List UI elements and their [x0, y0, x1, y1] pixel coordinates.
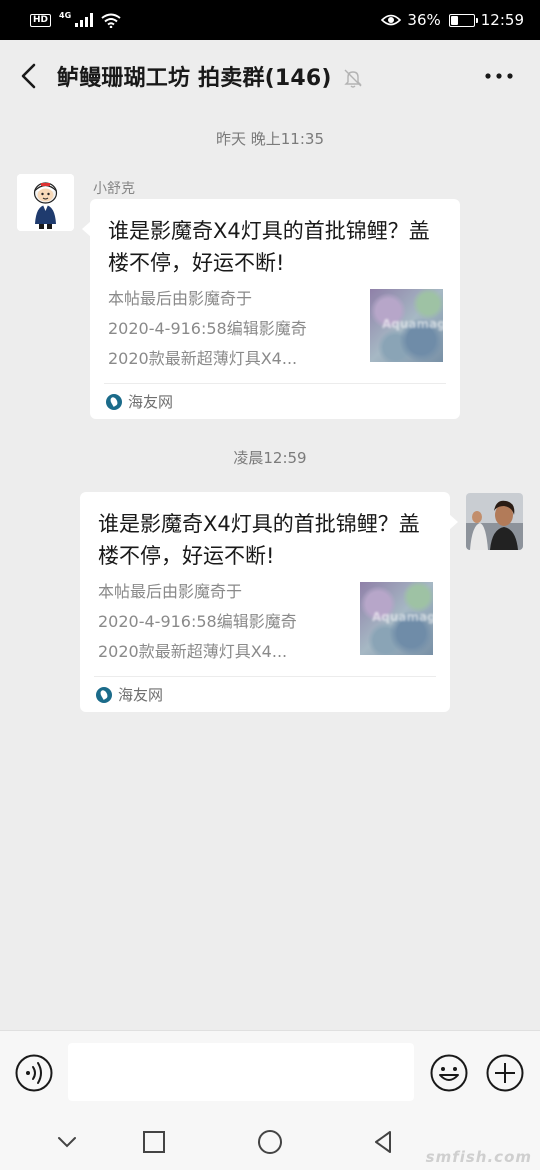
back-triangle-icon[interactable]	[370, 1128, 398, 1156]
chat-screen: HD 4G 36% 12:59 鲈鳗珊瑚工坊 拍卖群(146) 昨天 晚上11:…	[0, 0, 540, 1170]
chevron-left-icon[interactable]	[16, 62, 42, 90]
status-bar: HD 4G 36% 12:59	[0, 0, 540, 40]
battery-icon	[448, 13, 478, 27]
card-description: 本帖最后由影魔奇于 2020-4-916:58编辑影魔奇 2020款最新超薄灯具…	[108, 284, 348, 374]
my-avatar[interactable]	[466, 493, 523, 550]
link-card-message[interactable]: 谁是影魔奇X4灯具的首批锦鲤？盖楼不停，好运不断! 本帖最后由影魔奇于 2020…	[80, 492, 458, 712]
status-time: 12:59	[480, 11, 524, 29]
message-timestamp: 昨天 晚上11:35	[216, 130, 324, 148]
home-circle-icon[interactable]	[256, 1128, 284, 1156]
eye-comfort-icon	[381, 14, 402, 26]
sender-name: 小舒克	[93, 181, 135, 197]
avatar[interactable]	[17, 174, 74, 231]
card-description: 本帖最后由影魔奇于 2020-4-916:58编辑影魔奇 2020款最新超薄灯具…	[98, 577, 338, 667]
source-logo-icon	[106, 393, 122, 410]
status-right: 36% 12:59	[381, 11, 524, 29]
card-description-line: 2020-4-916:58编辑影魔奇	[98, 612, 297, 631]
photo-avatar-icon	[466, 493, 523, 550]
emoji-icon[interactable]	[429, 1053, 469, 1093]
card-description-line: 2020款最新超薄灯具X4...	[98, 642, 288, 661]
signal-icon	[75, 13, 94, 27]
thumbnail-brand-text: Aquamagic	[382, 317, 443, 331]
cartoon-avatar-icon	[17, 174, 74, 231]
chat-header: 鲈鳗珊瑚工坊 拍卖群(146)	[0, 40, 540, 112]
card-description-line: 2020款最新超薄灯具X4...	[108, 349, 298, 368]
thumbnail-brand-text: Aquamagic	[372, 610, 433, 624]
card-source-name: 海友网	[128, 393, 174, 411]
message-timestamp: 凌晨12:59	[233, 449, 307, 467]
card-divider	[104, 383, 446, 384]
card-divider	[94, 676, 436, 677]
card-description-line: 本帖最后由影魔奇于	[108, 289, 253, 308]
card-description-line: 2020-4-916:58编辑影魔奇	[108, 319, 307, 338]
hd-badge: HD	[30, 13, 52, 27]
card-source: 海友网	[106, 391, 173, 412]
card-source-name: 海友网	[118, 686, 164, 704]
source-logo-icon	[96, 686, 112, 703]
card-description-line: 本帖最后由影魔奇于	[98, 582, 243, 601]
wifi-icon	[101, 13, 121, 28]
system-nav-bar: smfish.com	[0, 1114, 540, 1170]
card-title: 谁是影魔奇X4灯具的首批锦鲤？盖楼不停，好运不断!	[108, 219, 430, 275]
bell-off-icon	[344, 69, 362, 88]
chat-title: 鲈鳗珊瑚工坊 拍卖群(146)	[57, 66, 332, 91]
battery-fill	[450, 15, 459, 25]
card-thumbnail: Aquamagic	[360, 582, 433, 655]
network-type: 4G	[59, 10, 72, 20]
message-input[interactable]	[68, 1043, 414, 1101]
message-input-bar	[0, 1030, 540, 1114]
voice-icon[interactable]	[14, 1053, 54, 1093]
plus-circle-icon[interactable]	[485, 1053, 525, 1093]
watermark: smfish.com	[425, 1148, 532, 1166]
card-source: 海友网	[96, 684, 163, 705]
battery-percent: 36%	[407, 11, 441, 29]
link-card-message[interactable]: 谁是影魔奇X4灯具的首批锦鲤？盖楼不停，好运不断! 本帖最后由影魔奇于 2020…	[82, 199, 460, 419]
card-thumbnail: Aquamagic	[370, 289, 443, 362]
status-left: HD 4G	[30, 10, 121, 28]
chevron-down-icon[interactable]	[53, 1128, 81, 1156]
more-dots-icon[interactable]	[484, 66, 514, 86]
recents-square-icon[interactable]	[140, 1128, 168, 1156]
card-title: 谁是影魔奇X4灯具的首批锦鲤？盖楼不停，好运不断!	[98, 512, 420, 568]
